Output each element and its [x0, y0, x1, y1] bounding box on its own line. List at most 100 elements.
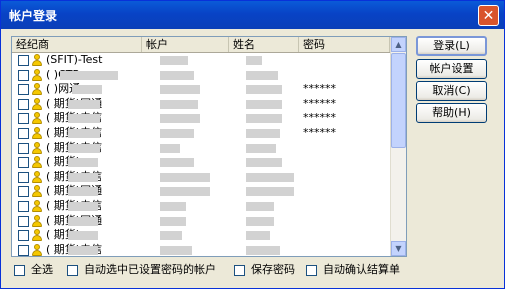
row-checkbox[interactable] [18, 215, 29, 227]
redacted-broker-name [68, 128, 100, 138]
table-row[interactable]: ( 期货)电信 [12, 243, 390, 256]
list-header: 经纪商 帐户 姓名 密码 [12, 37, 390, 53]
column-header-name[interactable]: 姓名 [229, 37, 299, 52]
redacted-name [246, 245, 280, 255]
table-row[interactable]: ( 期货)网通 [12, 184, 390, 199]
login-button[interactable]: 登录(L) [416, 36, 487, 56]
column-header-account[interactable]: 帐户 [142, 37, 229, 52]
password-cell [303, 199, 383, 213]
password-cell [303, 68, 383, 82]
select-all-checkbox[interactable] [14, 265, 25, 276]
save-password-checkbox[interactable] [234, 265, 245, 276]
table-row[interactable]: ( 期货)电信****** [12, 111, 390, 126]
redacted-name [246, 201, 274, 211]
password-cell: ****** [303, 125, 336, 139]
table-row[interactable]: ( 期货)网通 [12, 214, 390, 229]
list-rows: (SFIT)-Test( )CTP( )网通******( 期货)网通*****… [12, 53, 390, 256]
table-row[interactable]: (SFIT)-Test [12, 53, 390, 68]
table-row[interactable]: ( 期货)电信 [12, 141, 390, 156]
row-checkbox[interactable] [18, 171, 29, 183]
table-row[interactable]: ( 期货) [12, 228, 390, 243]
redacted-account [160, 143, 180, 153]
redacted-name [246, 231, 270, 241]
redacted-account [160, 231, 182, 241]
row-checkbox[interactable] [18, 127, 29, 139]
window-title: 帐户登录 [9, 9, 58, 23]
table-row[interactable]: ( )网通 ****** [12, 82, 390, 97]
scroll-thumb[interactable] [391, 53, 406, 148]
redacted-broker-name [68, 114, 100, 124]
row-checkbox[interactable] [18, 186, 29, 198]
redacted-broker-name [68, 187, 98, 197]
close-button[interactable]: ✕ [478, 5, 499, 26]
account-list[interactable]: 经纪商 帐户 姓名 密码 (SFIT)-Test ( )CTP( )网通*****… [11, 36, 407, 257]
redacted-broker-name [68, 158, 98, 168]
auto-select-checkbox[interactable] [67, 265, 78, 276]
redacted-name [246, 56, 262, 65]
vertical-scrollbar[interactable]: ▲ ▼ [390, 37, 406, 256]
row-checkbox[interactable] [18, 244, 29, 256]
row-checkbox[interactable] [18, 69, 29, 81]
auto-confirm-checkbox[interactable] [306, 265, 317, 276]
redacted-account [160, 56, 188, 65]
table-row[interactable]: ( 期货) [12, 155, 390, 170]
cancel-button[interactable]: 取消(C) [416, 81, 487, 101]
redacted-broker-name [68, 172, 98, 182]
password-cell [303, 141, 383, 155]
options-bar: 全选 自动选中已设置密码的帐户 保存密码 自动确认结算单 [1, 263, 504, 279]
redacted-name [246, 187, 294, 197]
password-cell [303, 155, 383, 169]
password-cell: ****** [303, 82, 336, 96]
row-checkbox[interactable] [18, 84, 29, 96]
redacted-broker-name [68, 143, 100, 153]
redacted-account [160, 114, 200, 124]
redacted-broker-name [68, 216, 98, 226]
redacted-account [160, 128, 194, 138]
scroll-down-button[interactable]: ▼ [391, 241, 406, 256]
row-checkbox[interactable] [18, 55, 29, 66]
table-row[interactable]: ( 期货)网通****** [12, 97, 390, 112]
row-checkbox[interactable] [18, 200, 29, 212]
user-icon [31, 170, 43, 183]
row-checkbox[interactable] [18, 98, 29, 110]
redacted-account [160, 70, 194, 80]
redacted-account [160, 158, 194, 168]
user-icon [31, 112, 43, 125]
redacted-name [246, 158, 282, 168]
redacted-account [160, 201, 186, 211]
user-icon [31, 54, 43, 66]
row-checkbox[interactable] [18, 113, 29, 125]
password-cell [303, 184, 383, 198]
column-header-password[interactable]: 密码 [299, 37, 390, 52]
row-checkbox[interactable] [18, 230, 29, 242]
user-icon [31, 156, 43, 169]
title-bar: 帐户登录 ✕ [1, 1, 504, 29]
user-icon [31, 68, 43, 81]
row-checkbox[interactable] [18, 142, 29, 154]
user-icon [31, 185, 43, 198]
table-row[interactable]: ( 期货)电信****** [12, 126, 390, 141]
table-row[interactable]: ( )CTP [12, 68, 390, 83]
help-button[interactable]: 帮助(H) [416, 103, 487, 123]
redacted-account [160, 99, 198, 109]
redacted-name [246, 85, 282, 95]
redacted-broker-name [68, 245, 98, 255]
table-row[interactable]: ( 期货)电信 [12, 170, 390, 185]
auto-select-label: 自动选中已设置密码的帐户 [84, 263, 216, 276]
account-settings-button[interactable]: 帐户设置 [416, 59, 487, 79]
redacted-account [160, 85, 200, 95]
column-header-broker[interactable]: 经纪商 [12, 37, 142, 52]
password-cell [303, 243, 383, 256]
scroll-up-button[interactable]: ▲ [391, 37, 406, 52]
user-icon [31, 141, 43, 154]
user-icon [31, 126, 43, 139]
login-dialog: 帐户登录 ✕ 经纪商 帐户 姓名 密码 (SFIT)-Test ( )CTP( )… [0, 0, 505, 289]
table-row[interactable]: ( 期货)电信 [12, 199, 390, 214]
redacted-account [160, 172, 210, 182]
user-icon [31, 229, 43, 242]
redacted-account [160, 245, 192, 255]
redacted-account [160, 187, 210, 197]
redacted-name [246, 128, 280, 138]
redacted-account [160, 216, 186, 226]
row-checkbox[interactable] [18, 157, 29, 169]
